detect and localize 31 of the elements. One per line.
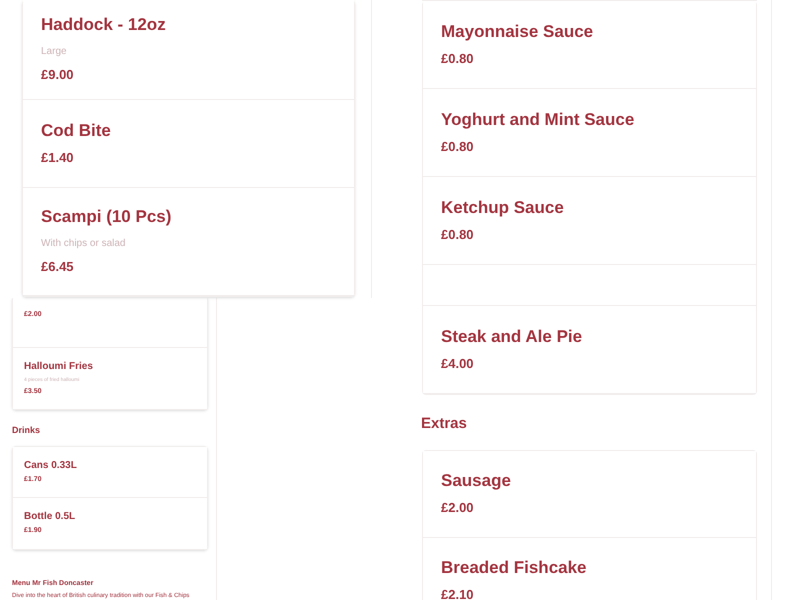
item-description: Large bbox=[41, 45, 68, 60]
item-price: £0.80 bbox=[441, 226, 475, 244]
item-name: Bottle 0.5L bbox=[24, 510, 76, 522]
item-name: Yoghurt and Mint Sauce bbox=[441, 108, 636, 131]
item-name: Breaded Fishcake bbox=[441, 556, 588, 579]
item-name: Cans 0.33L bbox=[24, 460, 78, 472]
item-price: £4.00 bbox=[441, 354, 475, 373]
item-description: With chips or salad bbox=[41, 237, 126, 252]
item-name: Cod Bite bbox=[41, 120, 112, 142]
item-name: Haddock - 12oz bbox=[41, 14, 167, 36]
item-price: £6.45 bbox=[41, 258, 75, 276]
menu-item-card[interactable]: Breaded Fishcake £2.10 bbox=[423, 538, 756, 600]
menu-item-card[interactable]: Scampi (10 Pcs) With chips or salad £6.45 bbox=[23, 188, 354, 296]
item-price: £9.00 bbox=[41, 66, 75, 84]
section-title: Drinks bbox=[12, 424, 42, 437]
menu-item-card[interactable]: Sausage £2.00 bbox=[423, 450, 756, 538]
menu-item-card[interactable]: Cod Bite £1.40 bbox=[23, 100, 354, 188]
item-price: £2.00 bbox=[441, 498, 475, 517]
item-name: Sausage bbox=[441, 470, 512, 492]
item-price: £0.80 bbox=[441, 50, 475, 68]
item-price: £2.10 bbox=[441, 586, 475, 600]
item-name: Ketchup Sauce bbox=[441, 196, 565, 219]
item-name: Halloumi Fries bbox=[24, 361, 94, 373]
item-name: Steak and Ale Pie bbox=[441, 326, 584, 348]
item-price: £0.80 bbox=[441, 138, 475, 156]
menu-item-card[interactable]: Haddock - 12oz Large £9.00 bbox=[23, 0, 354, 100]
item-name: Scampi (10 Pcs) bbox=[41, 206, 172, 228]
menu-item-card[interactable]: Mayonnaise Sauce £0.80 bbox=[423, 1, 756, 89]
section-title: Extras bbox=[421, 414, 468, 434]
item-price: £1.40 bbox=[41, 148, 75, 167]
item-name: Mayonnaise Sauce bbox=[441, 20, 594, 43]
